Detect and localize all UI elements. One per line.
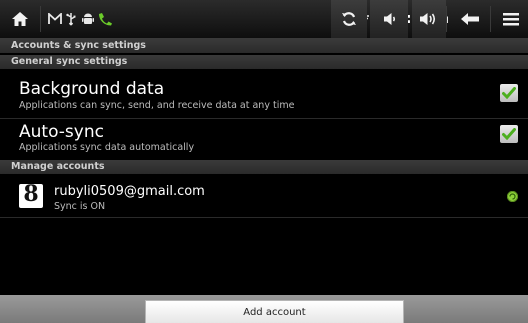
background-data-checkbox[interactable]	[500, 84, 518, 102]
setting-title: Background data	[19, 79, 165, 99]
volume-down-button[interactable]	[370, 0, 408, 38]
section-header-general: General sync settings	[0, 55, 528, 69]
menu-icon	[503, 13, 519, 26]
volume-up-icon	[420, 13, 436, 25]
add-account-button[interactable]: Add account	[145, 300, 404, 323]
account-row[interactable]: 8 rubyli0509@gmail.com Sync is ON	[0, 175, 528, 217]
sync-icon	[342, 12, 356, 26]
setting-background-data[interactable]: Background data Applications can sync, s…	[0, 70, 528, 118]
phone-icon	[97, 12, 113, 26]
account-sync-status: Sync is ON	[54, 201, 106, 212]
menu-button[interactable]	[494, 0, 528, 38]
account-email: rubyli0509@gmail.com	[54, 184, 205, 199]
divider	[490, 6, 491, 32]
setting-title: Auto-sync	[19, 122, 104, 142]
setting-auto-sync[interactable]: Auto-sync Applications sync data automat…	[0, 119, 528, 159]
setting-subtitle: Applications can sync, send, and receive…	[19, 100, 295, 111]
checkmark-icon	[502, 128, 516, 140]
back-button[interactable]	[452, 0, 488, 38]
sync-ok-icon	[507, 191, 518, 202]
google-account-icon: 8	[19, 181, 43, 208]
volume-down-icon	[384, 13, 396, 25]
home-button[interactable]	[0, 0, 40, 38]
back-icon	[461, 13, 479, 25]
usb-icon	[66, 12, 76, 26]
checkmark-icon	[502, 87, 516, 99]
volume-up-button[interactable]	[412, 0, 446, 38]
divider	[446, 6, 447, 32]
setting-subtitle: Applications sync data automatically	[19, 142, 195, 153]
auto-sync-checkbox[interactable]	[500, 125, 518, 143]
page-title: Accounts & sync settings	[0, 39, 528, 53]
gmail-icon	[48, 13, 62, 25]
home-icon	[12, 12, 28, 26]
android-icon	[82, 12, 94, 26]
status-bar: 11:21AM	[0, 0, 528, 39]
section-header-accounts: Manage accounts	[0, 160, 528, 174]
sync-button[interactable]	[331, 0, 367, 38]
divider	[40, 6, 41, 32]
google-logo-letter: 8	[23, 181, 39, 207]
divider	[0, 217, 528, 218]
